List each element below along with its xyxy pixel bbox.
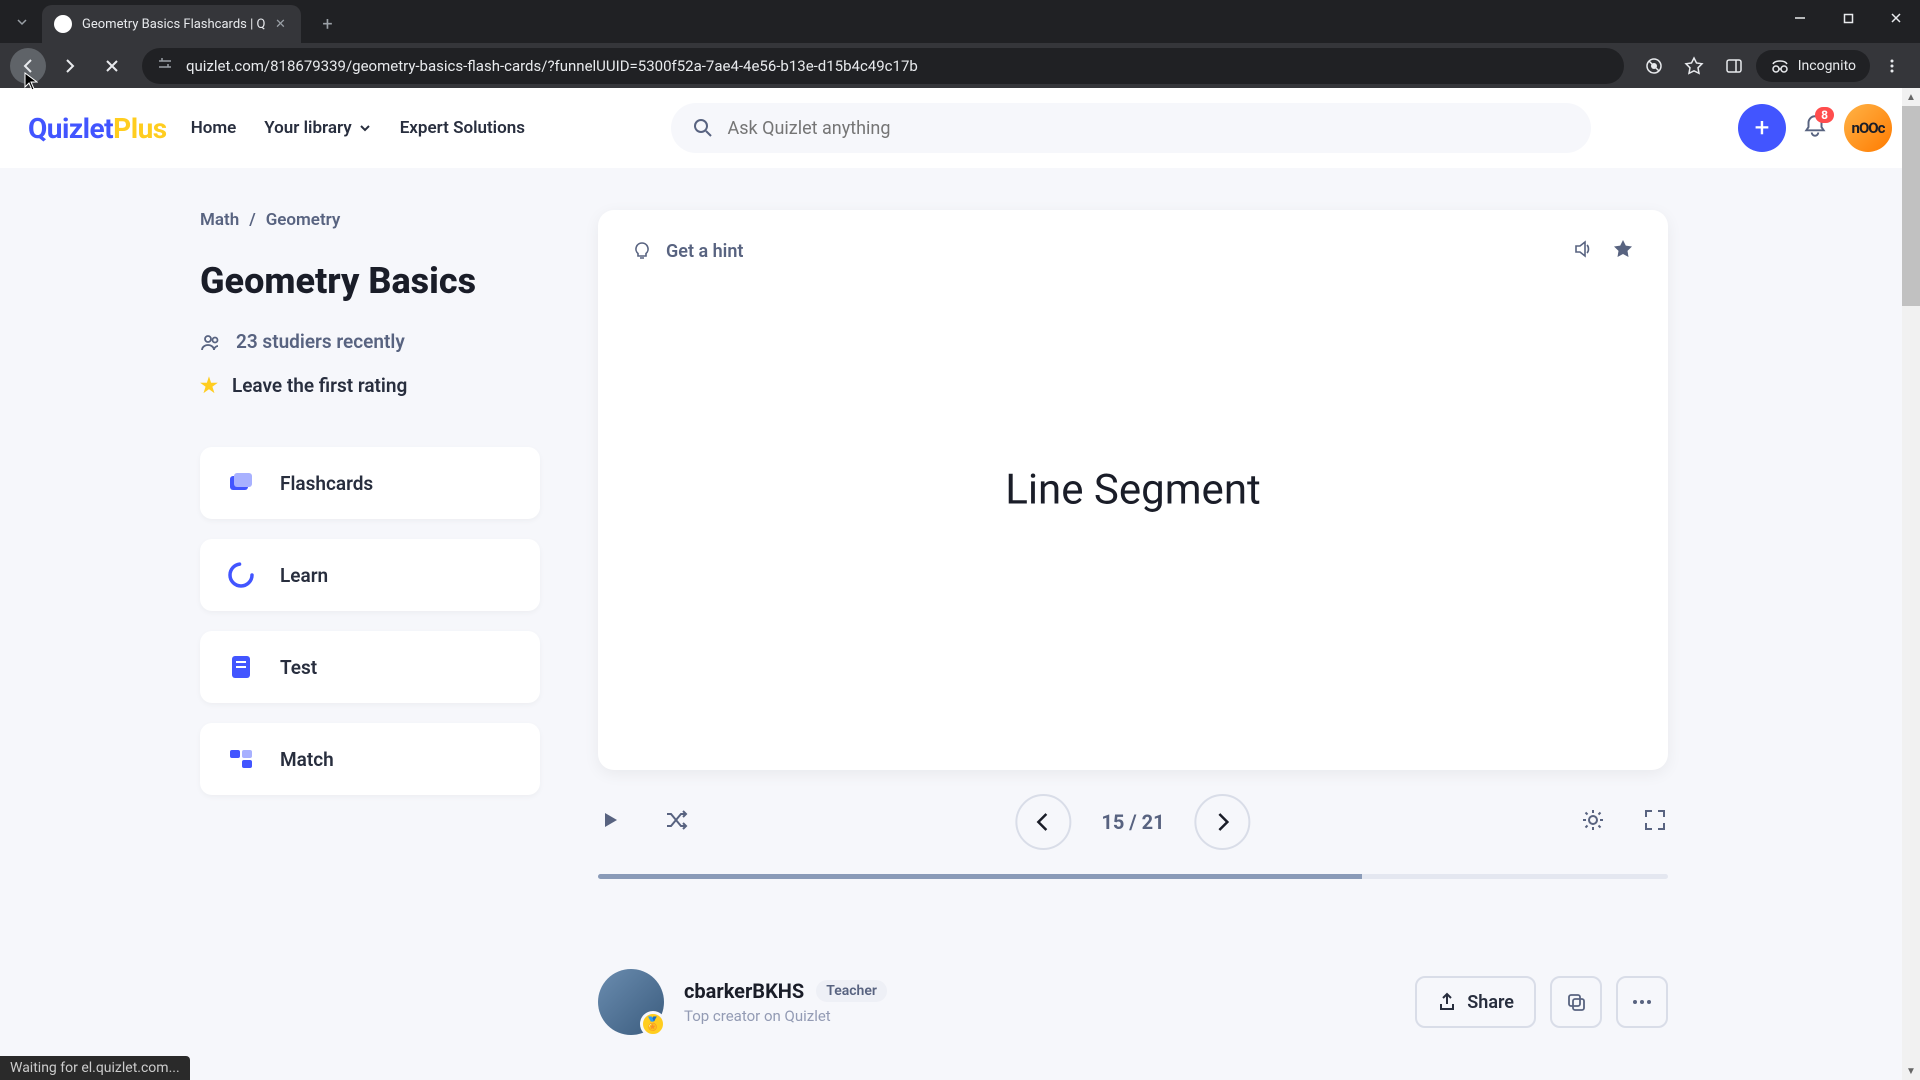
- incognito-label: Incognito: [1798, 58, 1856, 74]
- audio-icon[interactable]: [1572, 238, 1594, 264]
- side-panel-icon[interactable]: [1716, 48, 1752, 84]
- header-nav: Home Your library Expert Solutions: [191, 118, 525, 138]
- page-title: Geometry Basics: [200, 260, 540, 302]
- get-hint-button[interactable]: Get a hint: [632, 241, 743, 262]
- search-icon: [693, 118, 713, 138]
- progress-bar: [598, 874, 1668, 879]
- site-settings-icon[interactable]: [156, 55, 174, 77]
- mode-match[interactable]: Match: [200, 723, 540, 795]
- nav-home[interactable]: Home: [191, 118, 237, 138]
- site-header: QuizletPlus Home Your library Expert Sol…: [0, 88, 1920, 168]
- tab-close-icon[interactable]: ✕: [271, 15, 289, 33]
- tab-search-dropdown[interactable]: [8, 8, 36, 36]
- search-bar[interactable]: [671, 103, 1591, 153]
- star-icon: ★: [200, 373, 218, 397]
- flashcard-term: Line Segment: [1005, 466, 1261, 515]
- creator-badge-icon: 🏅: [640, 1011, 666, 1037]
- mode-flashcards[interactable]: Flashcards: [200, 447, 540, 519]
- user-avatar[interactable]: nOOc: [1844, 104, 1892, 152]
- incognito-icon: [1770, 56, 1790, 76]
- tab-favicon: [54, 15, 72, 33]
- share-icon: [1437, 992, 1457, 1012]
- scroll-up-arrow[interactable]: ▲: [1902, 88, 1920, 106]
- prev-card-button[interactable]: [1015, 794, 1071, 850]
- card-controls: 15 / 21: [598, 794, 1668, 850]
- page-content: QuizletPlus Home Your library Expert Sol…: [0, 88, 1920, 1080]
- shuffle-button[interactable]: [664, 808, 688, 836]
- fullscreen-icon[interactable]: [1642, 807, 1668, 837]
- quizlet-logo[interactable]: QuizletPlus: [28, 112, 167, 145]
- settings-icon[interactable]: [1580, 807, 1606, 837]
- studiers-text: 23 studiers recently: [236, 330, 405, 353]
- breadcrumb-math[interactable]: Math: [200, 210, 239, 230]
- browser-titlebar: Geometry Basics Flashcards | Q ✕ +: [0, 0, 1920, 43]
- progress-fill: [598, 874, 1362, 879]
- nav-expert-solutions[interactable]: Expert Solutions: [400, 118, 525, 138]
- url-text: quizlet.com/818679339/geometry-basics-fl…: [186, 57, 1610, 75]
- page-scrollbar[interactable]: ▲ ▼: [1902, 88, 1920, 1080]
- flashcard[interactable]: Get a hint Line Segment: [598, 210, 1668, 770]
- studiers-row: 23 studiers recently: [200, 330, 540, 353]
- browser-tab[interactable]: Geometry Basics Flashcards | Q ✕: [42, 5, 301, 43]
- copy-button[interactable]: [1550, 976, 1602, 1028]
- notification-badge: 8: [1815, 107, 1834, 123]
- back-button[interactable]: [10, 48, 46, 84]
- creator-name[interactable]: cbarkerBKHS: [684, 979, 804, 1003]
- next-card-button[interactable]: [1195, 794, 1251, 850]
- share-button[interactable]: Share: [1415, 976, 1536, 1028]
- creator-row: 🏅 cbarkerBKHS Teacher Top creator on Qui…: [598, 969, 1668, 1035]
- scroll-down-arrow[interactable]: ▼: [1902, 1062, 1920, 1080]
- left-column: Math / Geometry Geometry Basics 23 studi…: [200, 210, 540, 1035]
- new-tab-button[interactable]: +: [311, 8, 343, 40]
- people-icon: [200, 331, 222, 353]
- incognito-indicator[interactable]: Incognito: [1756, 50, 1870, 82]
- study-modes: Flashcards Learn Test Match: [200, 447, 540, 795]
- card-counter: 15 / 21: [1101, 810, 1164, 834]
- window-minimize-button[interactable]: [1776, 0, 1824, 36]
- creator-avatar[interactable]: 🏅: [598, 969, 664, 1035]
- search-input[interactable]: [727, 118, 1569, 139]
- forward-button[interactable]: [52, 48, 88, 84]
- notifications-button[interactable]: 8: [1802, 113, 1828, 143]
- rating-cta[interactable]: ★ Leave the first rating: [200, 373, 540, 397]
- address-bar[interactable]: quizlet.com/818679339/geometry-basics-fl…: [142, 48, 1624, 84]
- window-maximize-button[interactable]: [1824, 0, 1872, 36]
- breadcrumb-geometry[interactable]: Geometry: [266, 210, 341, 230]
- breadcrumb: Math / Geometry: [200, 210, 540, 230]
- learn-icon: [224, 558, 258, 592]
- match-icon: [224, 742, 258, 776]
- more-options-button[interactable]: [1616, 976, 1668, 1028]
- bookmark-star-icon[interactable]: [1676, 48, 1712, 84]
- teacher-tag: Teacher: [816, 980, 887, 1002]
- lightbulb-icon: [632, 241, 652, 261]
- create-button[interactable]: +: [1738, 104, 1786, 152]
- tracking-protection-icon[interactable]: [1636, 48, 1672, 84]
- scroll-thumb[interactable]: [1902, 106, 1920, 306]
- stop-reload-button[interactable]: [94, 48, 130, 84]
- chevron-down-icon: [358, 121, 372, 135]
- browser-menu-icon[interactable]: [1874, 48, 1910, 84]
- browser-toolbar: quizlet.com/818679339/geometry-basics-fl…: [0, 43, 1920, 88]
- test-icon: [224, 650, 258, 684]
- nav-your-library[interactable]: Your library: [264, 118, 371, 138]
- flashcards-icon: [224, 466, 258, 500]
- creator-subtitle: Top creator on Quizlet: [684, 1007, 887, 1025]
- play-button[interactable]: [598, 808, 622, 836]
- window-close-button[interactable]: [1872, 0, 1920, 36]
- mode-learn[interactable]: Learn: [200, 539, 540, 611]
- mode-test[interactable]: Test: [200, 631, 540, 703]
- tab-title: Geometry Basics Flashcards | Q: [82, 17, 265, 32]
- right-column: Get a hint Line Segment 15 / 21: [598, 210, 1668, 1035]
- star-card-icon[interactable]: [1612, 238, 1634, 264]
- status-bar: Waiting for el.quizlet.com...: [0, 1056, 190, 1080]
